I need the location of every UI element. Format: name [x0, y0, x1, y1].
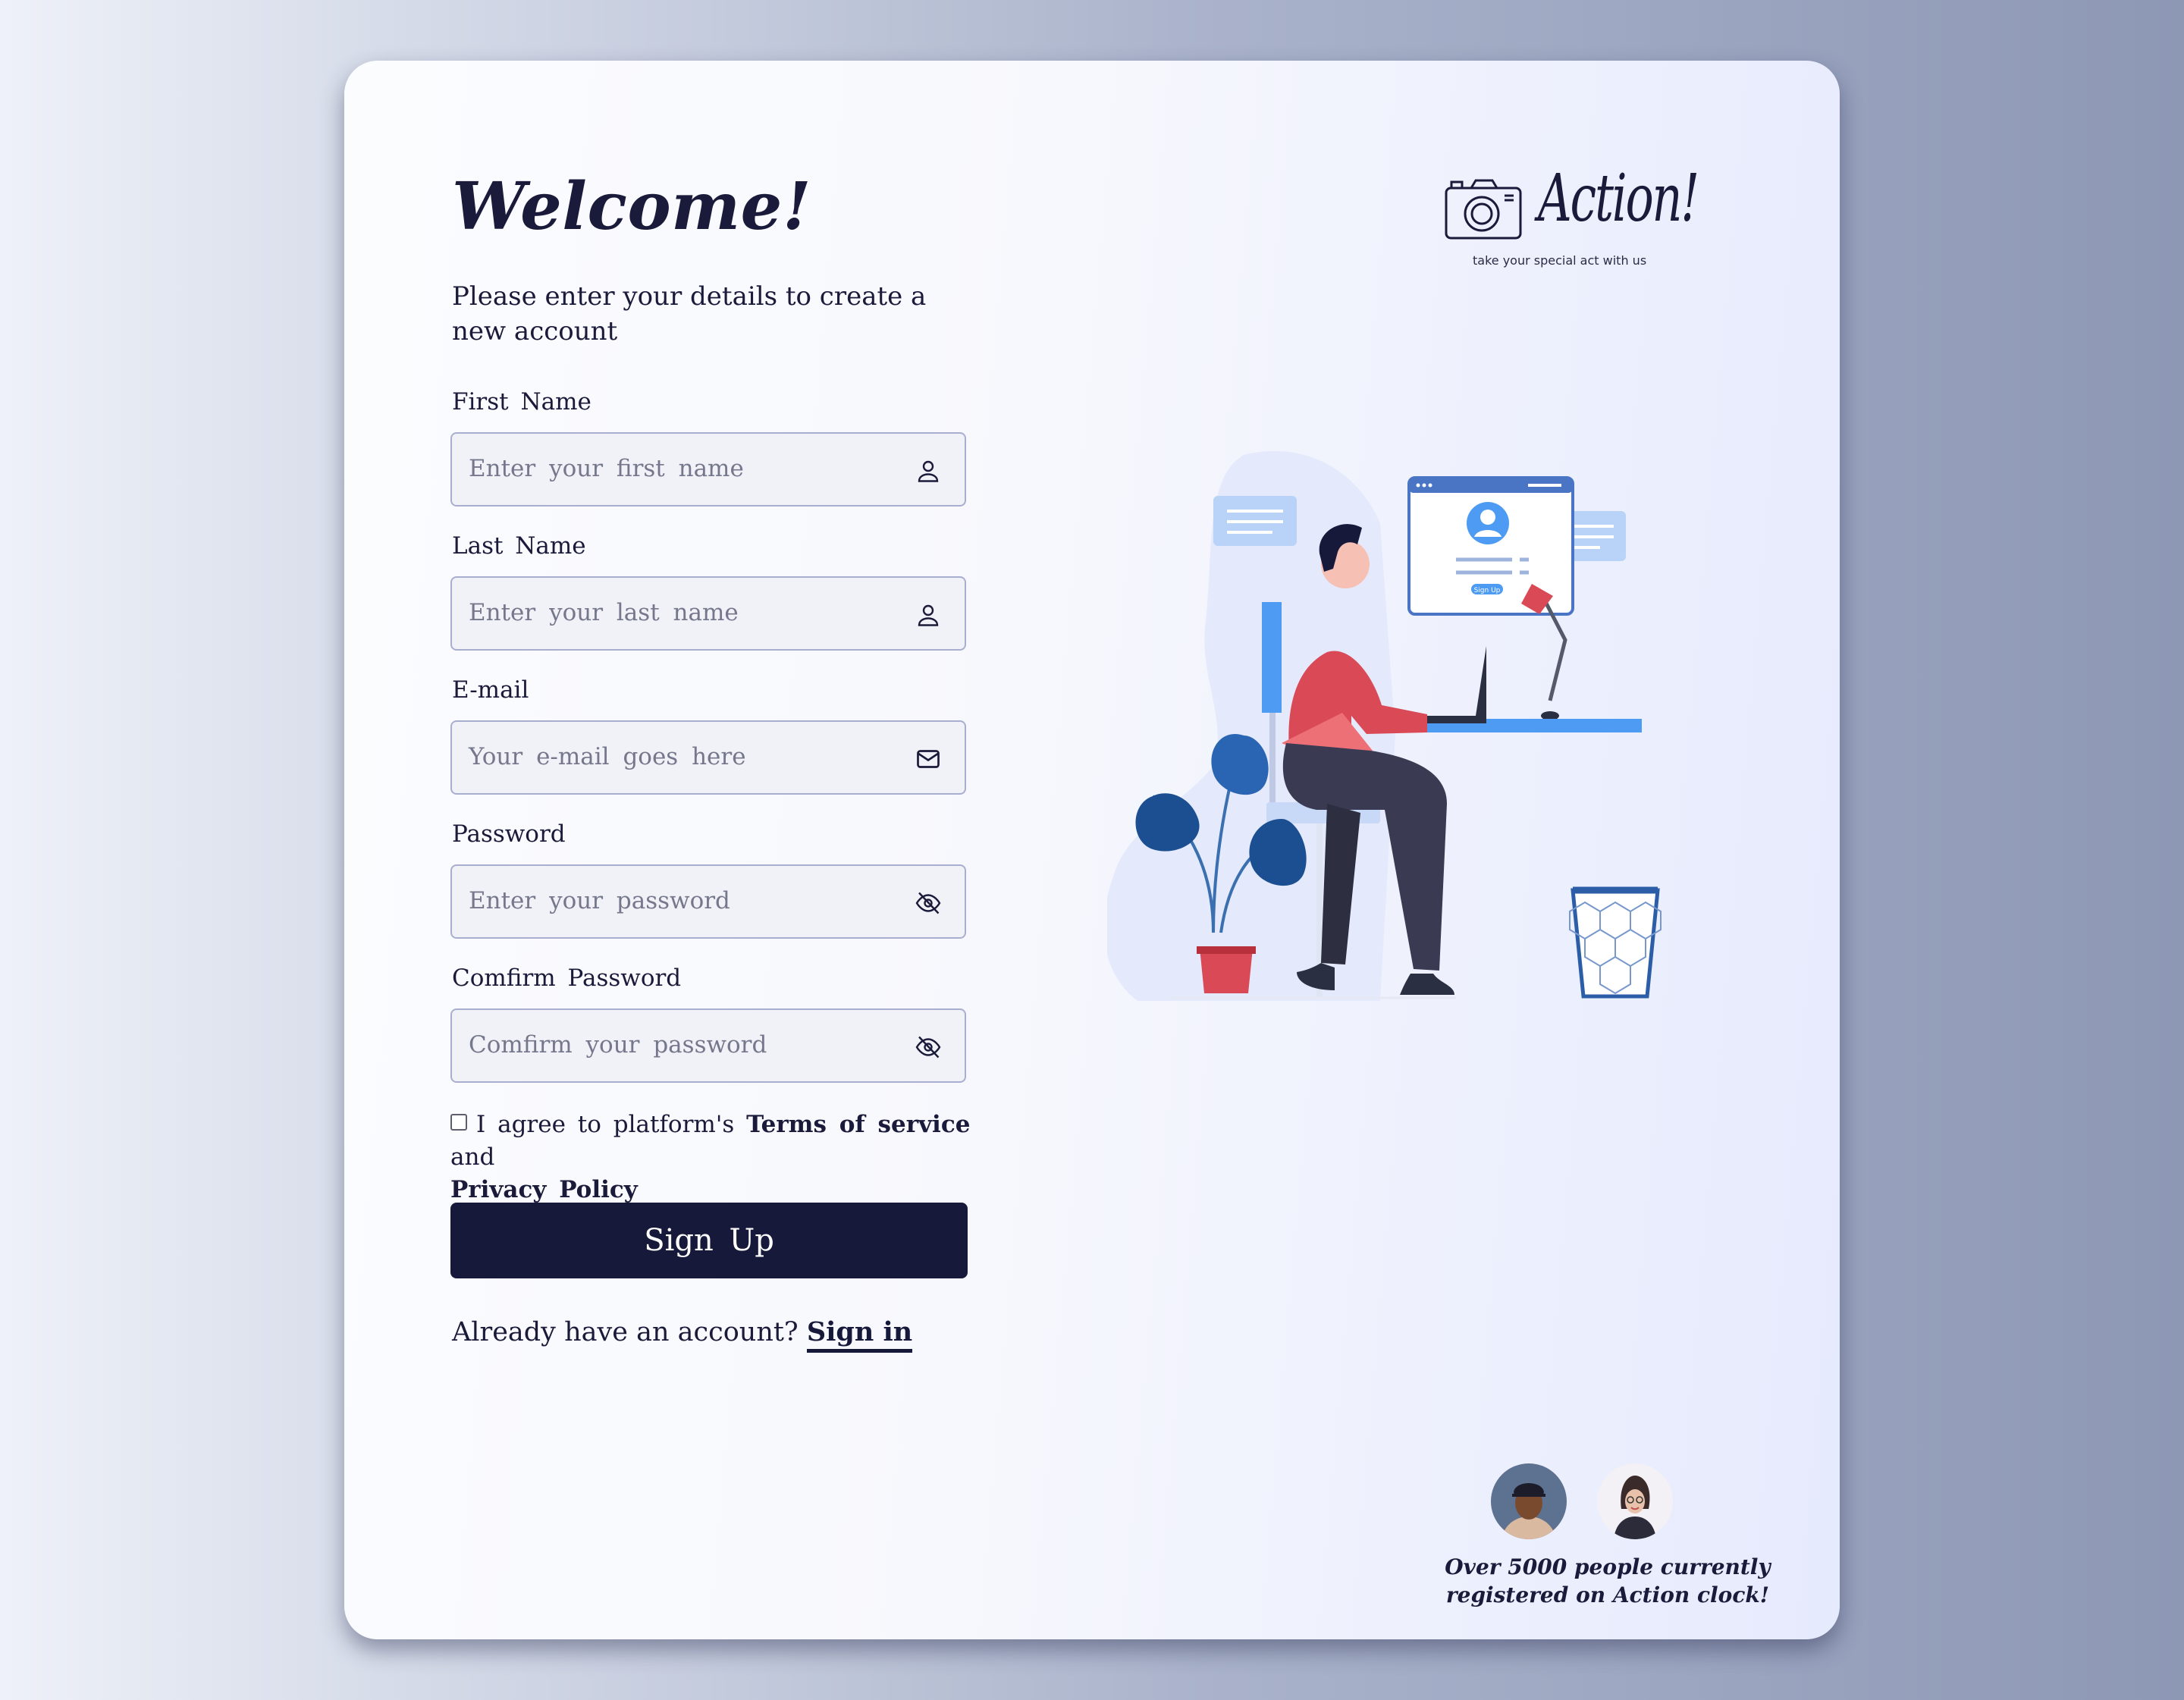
confirm-password-placeholder: Comfirm your password — [469, 1031, 767, 1059]
first-name-placeholder: Enter your first name — [469, 455, 744, 482]
brand-name: Action! — [1538, 161, 1699, 237]
email-placeholder: Your e-mail goes here — [469, 743, 746, 770]
terms-agreement: I agree to platform's Terms of service a… — [450, 1109, 981, 1206]
page-title: Welcome! — [452, 168, 812, 245]
privacy-link[interactable]: Privacy Policy — [450, 1176, 638, 1203]
sign-up-button[interactable]: Sign Up — [450, 1203, 968, 1278]
mail-icon — [917, 750, 940, 768]
user-icon — [918, 604, 939, 626]
eye-off-icon[interactable] — [915, 1033, 942, 1061]
last-name-field[interactable]: Enter your last name — [450, 576, 966, 651]
illustration-screen-button: Sign Up — [1474, 587, 1501, 594]
first-name-label: First Name — [452, 388, 592, 416]
signin-prompt-text: Already have an account? — [452, 1317, 807, 1347]
agree-and: and — [450, 1143, 495, 1171]
page-subtitle: Please enter your details to create a ne… — [452, 281, 927, 347]
eye-off-icon[interactable] — [915, 889, 942, 917]
brand-logo: Action! take your special act with us — [1444, 161, 1699, 278]
last-name-placeholder: Enter your last name — [469, 599, 739, 626]
members-text-line1: Over 5000 people currently — [1445, 1554, 1771, 1579]
members-text-line2: registered on Action clock! — [1445, 1582, 1770, 1607]
password-label: Password — [452, 820, 566, 848]
confirm-password-label: Comfirm Password — [452, 964, 682, 992]
password-field[interactable]: Enter your password — [450, 864, 966, 939]
email-label: E-mail — [452, 676, 529, 704]
member-avatar — [1597, 1463, 1673, 1539]
members-count-text: Over 5000 people currently registered on… — [1432, 1553, 1784, 1609]
member-avatar — [1491, 1463, 1567, 1539]
user-icon — [918, 460, 939, 482]
sign-in-link[interactable]: Sign in — [806, 1316, 913, 1353]
password-placeholder: Enter your password — [469, 887, 730, 914]
camera-icon — [1445, 179, 1522, 240]
terms-checkbox[interactable] — [450, 1114, 467, 1131]
signin-prompt: Already have an account? Sign in — [452, 1316, 913, 1353]
confirm-password-field[interactable]: Comfirm your password — [450, 1008, 966, 1083]
agree-text: I agree to platform's — [476, 1111, 747, 1138]
person-at-desk-illustration: Sign Up — [1107, 450, 1662, 1001]
terms-link[interactable]: Terms of service — [746, 1111, 970, 1138]
email-field[interactable]: Your e-mail goes here — [450, 720, 966, 795]
last-name-label: Last Name — [452, 532, 586, 560]
brand-tagline: take your special act with us — [1473, 253, 1647, 268]
first-name-field[interactable]: Enter your first name — [450, 432, 966, 507]
